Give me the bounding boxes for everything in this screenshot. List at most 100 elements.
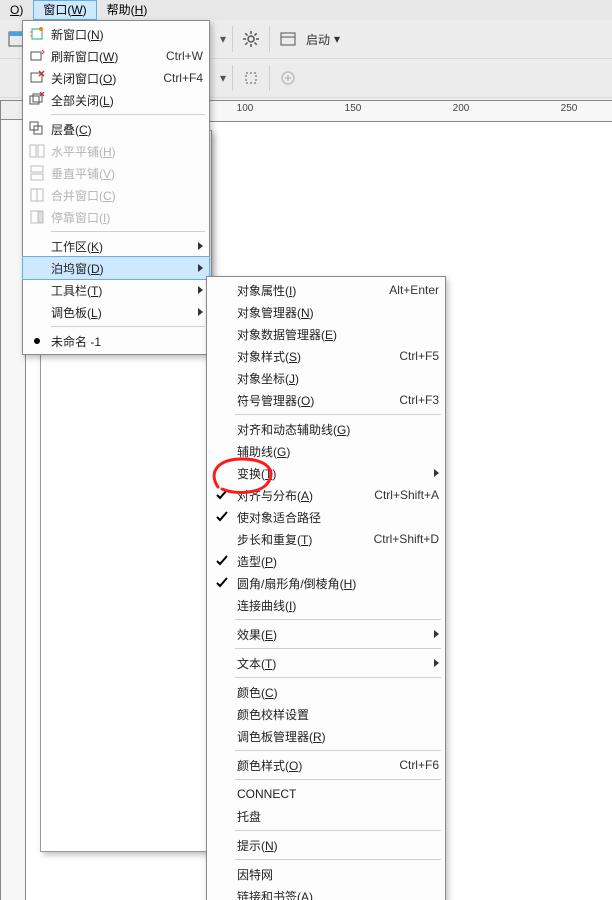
refresh-icon <box>27 47 47 65</box>
submenu-item-connect[interactable]: CONNECT <box>207 783 445 805</box>
submenu-item-shaping[interactable]: 造型(P) <box>207 550 445 572</box>
menu-item-truncated[interactable]: O) <box>0 0 33 20</box>
submenu-item-object-coords[interactable]: 对象坐标(J) <box>207 367 445 389</box>
submenu-item-fit-path[interactable]: 使对象适合路径 <box>207 506 445 528</box>
menu-label: 全部关闭(L) <box>51 92 191 109</box>
menu-label: 颜色校样设置 <box>237 706 439 723</box>
menu-separator <box>235 830 441 831</box>
menu-separator <box>51 326 205 327</box>
window-menu-dropdown: 新窗口(N) 刷新窗口(W) Ctrl+W 关闭窗口(O) Ctrl+F4 全部… <box>22 20 210 355</box>
menu-label: 新窗口(N) <box>51 26 191 43</box>
menu-label: 对象数据管理器(E) <box>237 326 439 343</box>
menu-label: 连接曲线(I) <box>237 597 439 614</box>
menu-item-new-window[interactable]: 新窗口(N) <box>23 23 209 45</box>
check-icon <box>211 574 233 592</box>
menu-item-tile-v: 垂直平铺(V) <box>23 162 209 184</box>
submenu-item-symbol-manager[interactable]: 符号管理器(O) Ctrl+F3 <box>207 389 445 411</box>
submenu-item-color-styles[interactable]: 颜色样式(O) Ctrl+F6 <box>207 754 445 776</box>
menu-label-part: ) <box>19 3 23 17</box>
menu-separator <box>235 859 441 860</box>
menu-label: 提示(N) <box>237 837 439 854</box>
launch-button[interactable] <box>276 27 300 51</box>
menu-item-document[interactable]: 未命名 -1 <box>23 330 209 352</box>
menu-item-dockers[interactable]: 泊坞窗(D) <box>23 257 209 279</box>
menu-label: 合并窗口(C) <box>51 187 203 204</box>
menu-item-workspace[interactable]: 工作区(K) <box>23 235 209 257</box>
dropdown-arrow-icon[interactable]: ▾ <box>220 71 226 85</box>
cascade-icon <box>27 120 47 138</box>
menu-label-part: ) <box>83 3 87 17</box>
menu-label: 调色板管理器(R) <box>237 728 439 745</box>
menu-item-cascade[interactable]: 层叠(C) <box>23 118 209 140</box>
submenu-item-tray[interactable]: 托盘 <box>207 805 445 827</box>
tile-v-icon <box>27 164 47 182</box>
menu-label: 颜色样式(O) <box>237 757 387 774</box>
submenu-item-text[interactable]: 文本(T) <box>207 652 445 674</box>
submenu-item-object-data[interactable]: 对象数据管理器(E) <box>207 323 445 345</box>
submenu-arrow-icon <box>434 630 439 638</box>
menu-label: 链接和书签(A) <box>237 888 439 900</box>
add-button[interactable] <box>276 66 300 90</box>
menu-label: 对象坐标(J) <box>237 370 439 387</box>
ruler-tick-label: 250 <box>561 103 578 114</box>
submenu-item-effects[interactable]: 效果(E) <box>207 623 445 645</box>
menu-item-close-all[interactable]: 全部关闭(L) <box>23 89 209 111</box>
menu-label: 关闭窗口(O) <box>51 70 151 87</box>
menu-bar: O) 窗口(W) 帮助(H) <box>0 0 612 21</box>
submenu-item-palette-manager[interactable]: 调色板管理器(R) <box>207 725 445 747</box>
bullet-icon <box>27 332 47 350</box>
menu-item-palettes[interactable]: 调色板(L) <box>23 301 209 323</box>
submenu-item-object-manager[interactable]: 对象管理器(N) <box>207 301 445 323</box>
menu-item-help[interactable]: 帮助(H) <box>97 0 158 20</box>
menu-separator <box>235 750 441 751</box>
dropdown-arrow-icon[interactable]: ▾ <box>220 32 226 46</box>
menu-item-close-window[interactable]: 关闭窗口(O) Ctrl+F4 <box>23 67 209 89</box>
menu-item-tile-h: 水平平铺(H) <box>23 140 209 162</box>
submenu-item-guidelines[interactable]: 辅助线(G) <box>207 440 445 462</box>
crop-icon <box>243 70 259 86</box>
submenu-item-align-guides[interactable]: 对齐和动态辅助线(G) <box>207 418 445 440</box>
submenu-item-color[interactable]: 颜色(C) <box>207 681 445 703</box>
new-window-icon <box>27 25 47 43</box>
menu-accel: O <box>10 3 19 17</box>
submenu-item-fillet[interactable]: 圆角/扇形角/倒棱角(H) <box>207 572 445 594</box>
submenu-arrow-icon <box>198 264 203 272</box>
submenu-item-transform[interactable]: 变换(T) <box>207 462 445 484</box>
ruler-corner[interactable] <box>0 100 24 120</box>
menu-separator <box>235 414 441 415</box>
settings-button[interactable] <box>239 27 263 51</box>
submenu-item-hints[interactable]: 提示(N) <box>207 834 445 856</box>
submenu-item-object-props[interactable]: 对象属性(I) Alt+Enter <box>207 279 445 301</box>
plus-circle-icon <box>280 70 296 86</box>
menu-item-window[interactable]: 窗口(W) <box>33 0 96 20</box>
menu-label: 因特网 <box>237 866 439 883</box>
menu-label: 对象属性(I) <box>237 282 377 299</box>
submenu-item-object-styles[interactable]: 对象样式(S) Ctrl+F5 <box>207 345 445 367</box>
menu-label: 步长和重复(T) <box>237 531 362 548</box>
menu-label: 未命名 -1 <box>51 333 203 350</box>
check-icon <box>211 552 233 570</box>
submenu-item-step-repeat[interactable]: 步长和重复(T) Ctrl+Shift+D <box>207 528 445 550</box>
menu-separator <box>51 231 205 232</box>
submenu-item-color-proof[interactable]: 颜色校样设置 <box>207 703 445 725</box>
menu-label: 对象样式(S) <box>237 348 387 365</box>
toolbar-separator <box>269 65 270 91</box>
menu-label: 颜色(C) <box>237 684 439 701</box>
menu-separator <box>235 677 441 678</box>
dockers-submenu: 对象属性(I) Alt+Enter 对象管理器(N) 对象数据管理器(E) 对象… <box>206 276 446 900</box>
submenu-item-links-bookmarks[interactable]: 链接和书签(A) <box>207 885 445 900</box>
menu-separator <box>235 648 441 649</box>
submenu-item-align-distribute[interactable]: 对齐与分布(A) Ctrl+Shift+A <box>207 484 445 506</box>
menu-label: 符号管理器(O) <box>237 392 387 409</box>
crop-button[interactable] <box>239 66 263 90</box>
check-icon <box>211 508 233 526</box>
submenu-item-join-curves[interactable]: 连接曲线(I) <box>207 594 445 616</box>
menu-item-refresh-window[interactable]: 刷新窗口(W) Ctrl+W <box>23 45 209 67</box>
menu-label: 层叠(C) <box>51 121 203 138</box>
menu-item-toolbars[interactable]: 工具栏(T) <box>23 279 209 301</box>
menu-item-combine: 合并窗口(C) <box>23 184 209 206</box>
menu-shortcut: Ctrl+Shift+A <box>362 488 439 502</box>
launch-dropdown[interactable]: 启动 ▾ <box>306 31 340 48</box>
submenu-item-internet[interactable]: 因特网 <box>207 863 445 885</box>
menu-shortcut: Ctrl+W <box>154 49 203 63</box>
